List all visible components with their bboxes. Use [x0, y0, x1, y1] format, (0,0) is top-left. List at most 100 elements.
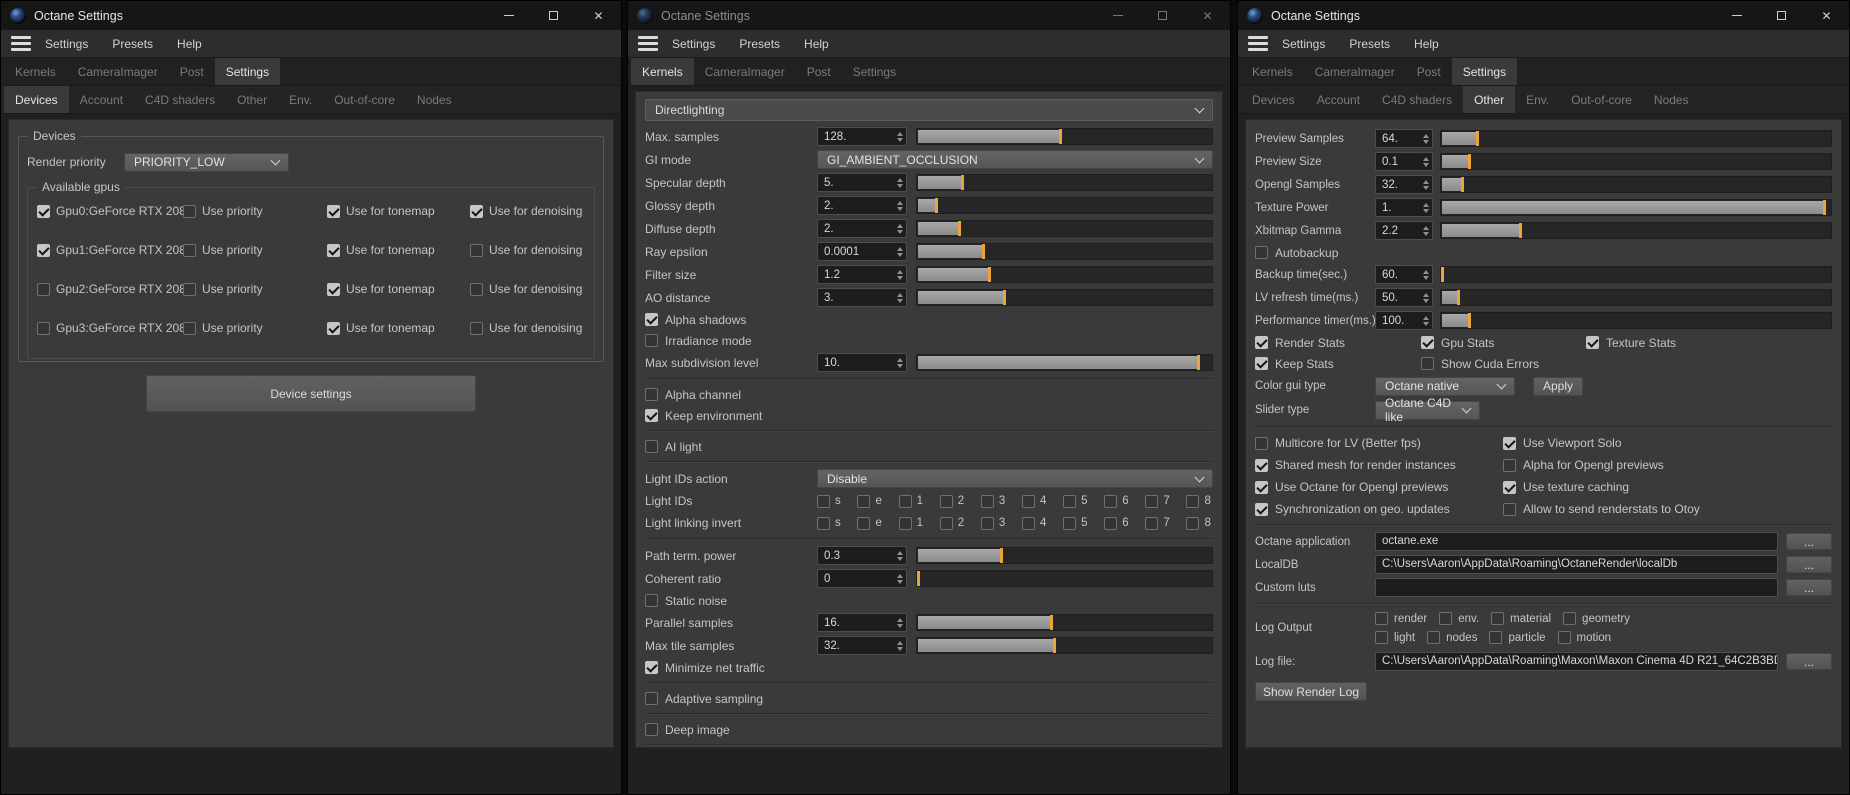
- checkbox[interactable]: [1503, 436, 1516, 450]
- checkbox[interactable]: [645, 661, 658, 674]
- number-input[interactable]: 5.: [817, 173, 907, 192]
- light-id-checkbox[interactable]: [817, 494, 830, 508]
- apply-button[interactable]: Apply: [1533, 376, 1583, 396]
- use-denoising-checkbox[interactable]: [470, 243, 483, 257]
- spinner-icon[interactable]: [1419, 315, 1432, 326]
- checkbox[interactable]: [645, 313, 658, 326]
- light-id-checkbox[interactable]: [980, 494, 994, 508]
- menu-presets[interactable]: Presets: [739, 37, 780, 51]
- number-input[interactable]: 32.: [817, 636, 907, 655]
- use-priority-checkbox[interactable]: [183, 321, 196, 335]
- gpu-enable-checkbox[interactable]: [37, 204, 50, 218]
- checkbox[interactable]: [645, 334, 658, 347]
- use-priority-checkbox[interactable]: [183, 243, 196, 257]
- number-input[interactable]: 32.: [1375, 175, 1433, 194]
- spinner-icon[interactable]: [893, 200, 906, 211]
- subtab-c4d-shaders[interactable]: C4D shaders: [1371, 86, 1463, 113]
- spinner-icon[interactable]: [893, 617, 906, 628]
- light-id-checkbox[interactable]: [1021, 494, 1035, 508]
- subtab-out-of-core[interactable]: Out-of-core: [1560, 86, 1643, 113]
- slider[interactable]: [916, 220, 1213, 237]
- subtab-nodes[interactable]: Nodes: [406, 86, 463, 113]
- checkbox[interactable]: [1255, 436, 1268, 450]
- slider[interactable]: [1440, 153, 1832, 170]
- log-material-checkbox[interactable]: [1491, 612, 1505, 625]
- checkbox[interactable]: [1255, 502, 1268, 516]
- tab-post[interactable]: Post: [169, 58, 215, 85]
- browse-button[interactable]: ...: [1786, 556, 1832, 573]
- slider[interactable]: [916, 614, 1213, 631]
- number-input[interactable]: 0.1: [1375, 152, 1433, 171]
- checkbox[interactable]: [1586, 336, 1599, 349]
- slider[interactable]: [1440, 222, 1832, 239]
- log-env-checkbox[interactable]: [1439, 612, 1453, 625]
- maximize-button[interactable]: [1759, 1, 1804, 30]
- use-tonemap-checkbox[interactable]: [327, 282, 340, 296]
- menu-settings[interactable]: Settings: [45, 37, 88, 51]
- checkbox[interactable]: [1255, 480, 1268, 494]
- checkbox[interactable]: [645, 594, 658, 607]
- checkbox[interactable]: [645, 692, 658, 705]
- menu-help[interactable]: Help: [1414, 37, 1439, 51]
- slider[interactable]: [916, 174, 1213, 191]
- subtab-devices[interactable]: Devices: [4, 86, 69, 113]
- checkbox[interactable]: [1255, 357, 1268, 370]
- log-geometry-checkbox[interactable]: [1563, 612, 1577, 625]
- slider[interactable]: [1440, 312, 1832, 329]
- menu-presets[interactable]: Presets: [1349, 37, 1390, 51]
- light-id-checkbox[interactable]: [1104, 494, 1118, 508]
- spinner-icon[interactable]: [893, 573, 906, 584]
- kernel-type-dropdown[interactable]: Directlighting: [645, 99, 1213, 121]
- checkbox[interactable]: [645, 409, 658, 422]
- use-tonemap-checkbox[interactable]: [327, 243, 340, 257]
- menu-settings[interactable]: Settings: [672, 37, 715, 51]
- light-ids-action-dropdown[interactable]: Disable: [817, 469, 1213, 488]
- menu-help[interactable]: Help: [804, 37, 829, 51]
- log-motion-checkbox[interactable]: [1557, 631, 1571, 644]
- menu-help[interactable]: Help: [177, 37, 202, 51]
- minimize-button[interactable]: [1714, 1, 1759, 30]
- subtab-devices[interactable]: Devices: [1241, 86, 1306, 113]
- use-denoising-checkbox[interactable]: [470, 282, 483, 296]
- number-input[interactable]: 2.: [817, 219, 907, 238]
- tab-cameraimager[interactable]: CameraImager: [67, 58, 169, 85]
- slider[interactable]: [916, 197, 1213, 214]
- tab-settings[interactable]: Settings: [214, 58, 281, 85]
- subtab-other[interactable]: Other: [1463, 86, 1516, 113]
- subtab-out-of-core[interactable]: Out-of-core: [323, 86, 406, 113]
- light-id-checkbox[interactable]: [898, 494, 912, 508]
- light-id-checkbox[interactable]: [1145, 494, 1159, 508]
- light-id-checkbox[interactable]: [1063, 494, 1077, 508]
- tab-settings[interactable]: Settings: [1451, 58, 1518, 85]
- light-id-checkbox[interactable]: [857, 516, 871, 530]
- spinner-icon[interactable]: [893, 640, 906, 651]
- checkbox[interactable]: [1421, 357, 1434, 370]
- slider[interactable]: [916, 354, 1213, 371]
- use-denoising-checkbox[interactable]: [470, 321, 483, 335]
- subtab-other[interactable]: Other: [226, 86, 278, 113]
- close-button[interactable]: ✕: [576, 1, 621, 30]
- tab-settings[interactable]: Settings: [842, 58, 907, 85]
- light-id-checkbox[interactable]: [1063, 516, 1077, 530]
- spinner-icon[interactable]: [1419, 156, 1432, 167]
- subtab-c4d-shaders[interactable]: C4D shaders: [134, 86, 226, 113]
- minimize-button[interactable]: [1095, 1, 1140, 30]
- number-input[interactable]: 60.: [1375, 265, 1433, 284]
- number-input[interactable]: 16.: [817, 613, 907, 632]
- checkbox[interactable]: [1503, 458, 1516, 472]
- gpu-enable-checkbox[interactable]: [37, 282, 50, 296]
- spinner-icon[interactable]: [893, 550, 906, 561]
- gi-mode-dropdown[interactable]: GI_AMBIENT_OCCLUSION: [817, 150, 1213, 169]
- spinner-icon[interactable]: [893, 177, 906, 188]
- number-input[interactable]: 0: [817, 569, 907, 588]
- gpu-enable-checkbox[interactable]: [37, 321, 50, 335]
- light-id-checkbox[interactable]: [857, 494, 871, 508]
- slider[interactable]: [916, 637, 1213, 654]
- hamburger-menu-icon[interactable]: [1248, 36, 1268, 51]
- subtab-nodes[interactable]: Nodes: [1643, 86, 1700, 113]
- subtab-env[interactable]: Env.: [278, 86, 323, 113]
- log-light-checkbox[interactable]: [1375, 631, 1388, 644]
- slider[interactable]: [916, 243, 1213, 260]
- light-id-checkbox[interactable]: [1021, 516, 1035, 530]
- spinner-icon[interactable]: [893, 269, 906, 280]
